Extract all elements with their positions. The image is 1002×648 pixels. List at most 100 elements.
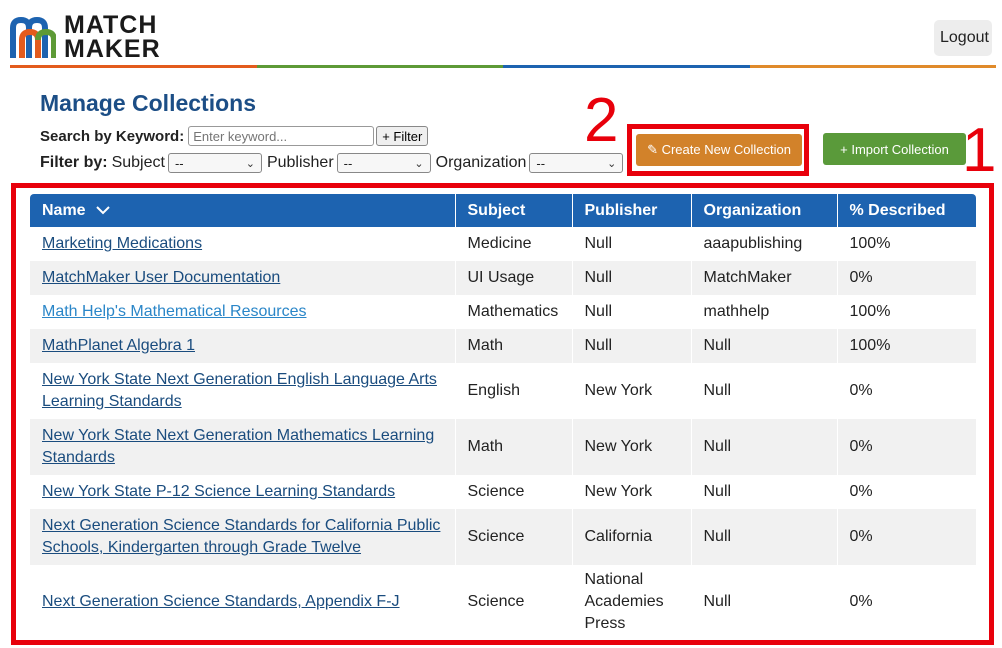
matchmaker-logo: MATCH MAKER [10,13,162,63]
cell-subject: Science [454,565,572,639]
table-row: Marketing Medications Medicine Null aaap… [30,227,976,261]
table-row: Next Generation Science Standards for Ca… [30,509,976,565]
cell-publisher: California [571,509,691,565]
cell-subject: Mathematics [454,295,572,329]
cell-name: Marketing Medications [30,227,455,261]
table-row: New York State Next Generation Mathemati… [30,419,976,475]
table-row: New York State Next Generation English L… [30,363,976,419]
cell-publisher: New York [571,475,691,509]
collection-link[interactable]: New York State Next Generation Mathemati… [42,427,434,466]
logout-button[interactable]: Logout [934,20,992,56]
cell-name: Next Generation Science Standards, Appen… [30,565,455,639]
import-collection-button[interactable]: + Import Collection [823,133,966,165]
collection-link[interactable]: Next Generation Science Standards for Ca… [42,517,440,556]
column-header-name[interactable]: Name [30,194,455,227]
column-header-publisher[interactable]: Publisher [571,194,691,227]
matchmaker-logo-mark [10,16,56,58]
cell-organization: mathhelp [690,295,837,329]
table-row: New York State P-12 Science Learning Sta… [30,475,976,509]
cell-organization: Null [690,329,837,363]
cell-publisher: National Academies Press [571,565,691,639]
cell-described: 0% [836,363,976,419]
search-label: Search by Keyword: [40,127,185,145]
cell-described: 0% [836,419,976,475]
publisher-select-value: -- [343,155,353,171]
cell-subject: English [454,363,572,419]
cell-name: New York State Next Generation Mathemati… [30,419,455,475]
cell-described: 0% [836,565,976,639]
organization-select-value: -- [536,155,546,171]
organization-filter-label: Organization [435,154,527,171]
collection-link[interactable]: New York State P-12 Science Learning Sta… [42,483,395,500]
divider-segment-amber [749,65,996,68]
subject-select-value: -- [174,155,184,171]
page-title: Manage Collections [40,90,256,116]
cell-name: Math Help's Mathematical Resources [30,295,455,329]
collection-link[interactable]: New York State Next Generation English L… [42,371,437,410]
annotation-number-2: 2 [584,86,619,155]
organization-select[interactable]: -- ⌄ [529,153,624,173]
cell-name: New York State Next Generation English L… [30,363,455,419]
cell-name: Next Generation Science Standards for Ca… [30,509,455,565]
cell-described: 100% [836,227,976,261]
divider-segment-orange [10,65,257,68]
cell-publisher: Null [571,295,691,329]
collection-link[interactable]: Marketing Medications [42,235,202,252]
divider-segment-blue [503,65,750,68]
cell-described: 0% [836,475,976,509]
cell-organization: Null [690,509,837,565]
cell-publisher: New York [571,419,691,475]
chevron-down-icon: ⌄ [245,157,255,170]
column-header-organization[interactable]: Organization [690,194,837,227]
cell-described: 0% [836,509,976,565]
divider-segment-green [256,65,503,68]
subject-select[interactable]: -- ⌄ [167,153,262,173]
cell-organization: Null [690,565,837,639]
collection-link[interactable]: Math Help's Mathematical Resources [42,303,307,320]
filter-by-label: Filter by: [40,154,108,171]
column-header-described[interactable]: % Described [836,194,976,227]
header-divider [10,65,996,68]
subject-filter-label: Subject [111,154,165,171]
cell-subject: Medicine [454,227,572,261]
cell-organization: MatchMaker [690,261,837,295]
publisher-select[interactable]: -- ⌄ [336,153,431,173]
cell-organization: Null [690,475,837,509]
cell-organization: aaapublishing [690,227,837,261]
collections-table: Name Subject Publisher Organization % De… [30,194,976,639]
filter-row: Filter by: Subject -- ⌄ Publisher -- ⌄ O… [40,153,628,173]
collection-link[interactable]: MatchMaker User Documentation [42,269,280,286]
logo-wordmark: MATCH MAKER [64,13,161,63]
cell-described: 100% [836,329,976,363]
cell-publisher: New York [571,363,691,419]
cell-name: MathPlanet Algebra 1 [30,329,455,363]
cell-organization: Null [690,363,837,419]
collection-link[interactable]: Next Generation Science Standards, Appen… [42,593,400,610]
keyword-search-input[interactable] [188,126,375,146]
cell-organization: Null [690,419,837,475]
table-header-row: Name Subject Publisher Organization % De… [30,194,976,227]
annotation-box-create [627,124,809,176]
publisher-filter-label: Publisher [266,154,334,171]
table-row: MatchMaker User Documentation UI Usage N… [30,261,976,295]
logo-line-2: MAKER [64,35,161,63]
keyword-filter-button[interactable]: + Filter [376,126,429,146]
chevron-down-icon: ⌄ [414,157,424,170]
cell-described: 0% [836,261,976,295]
cell-subject: Math [454,329,572,363]
chevron-down-icon: ⌄ [607,157,617,170]
column-header-subject[interactable]: Subject [454,194,572,227]
table-row: Next Generation Science Standards, Appen… [30,565,976,639]
cell-publisher: Null [571,261,691,295]
table-row: Math Help's Mathematical Resources Mathe… [30,295,976,329]
keyword-search-row: Search by Keyword: + Filter [40,126,429,146]
chevron-down-icon [96,206,110,215]
cell-publisher: Null [571,329,691,363]
cell-described: 100% [836,295,976,329]
cell-name: MatchMaker User Documentation [30,261,455,295]
annotation-number-1: 1 [962,116,997,185]
cell-subject: Science [454,475,572,509]
cell-name: New York State P-12 Science Learning Sta… [30,475,455,509]
cell-subject: Math [454,419,572,475]
collection-link[interactable]: MathPlanet Algebra 1 [42,337,195,354]
